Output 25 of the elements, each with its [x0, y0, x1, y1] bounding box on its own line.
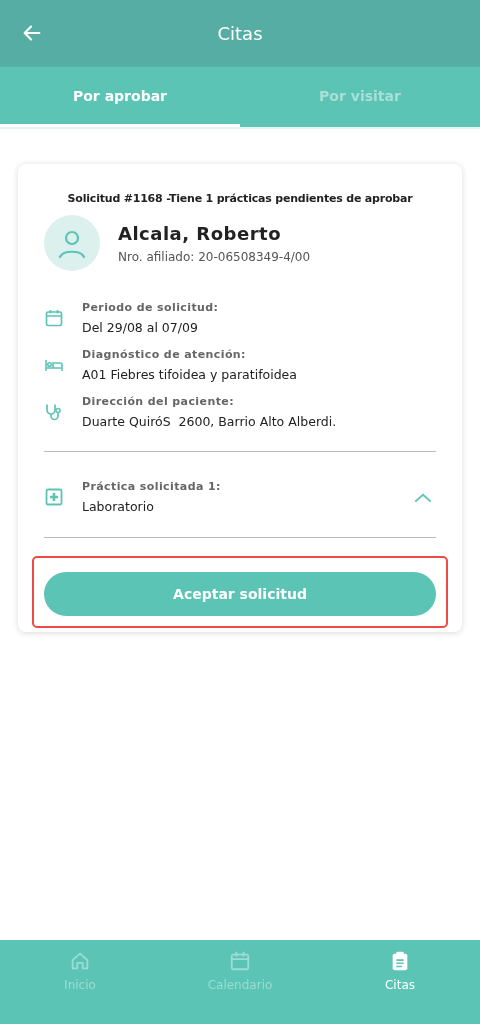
- nav-item[interactable]: Calendario: [160, 940, 320, 993]
- field-label: Práctica solicitada 1:: [82, 480, 222, 493]
- tab[interactable]: Por visitar: [240, 67, 480, 127]
- nav-item[interactable]: Inicio: [0, 940, 160, 993]
- request-heading: Solicitud #1168 -Tiene 1 prácticas pendientes de aprobar: [66, 192, 414, 205]
- field-value: Del 29/08 al 07/09: [82, 320, 199, 335]
- nav-item[interactable]: Citas: [320, 940, 480, 993]
- field-value: Duarte QuiróS 2600, Barrio Alto Alberdi.: [82, 414, 338, 429]
- calendar-icon: [44, 308, 64, 328]
- accept-button[interactable]: Aceptar solicitud: [44, 572, 436, 616]
- chevron-up-icon[interactable]: [414, 491, 432, 503]
- member-number: Nro. afiliado: 20-06508349-4/00: [118, 249, 311, 264]
- field-label: Periodo de solicitud:: [82, 301, 220, 314]
- field-label: Dirección del paciente:: [82, 395, 235, 408]
- avatar-icon: [44, 215, 100, 271]
- calendar-icon: [229, 950, 251, 972]
- home-icon: [69, 950, 91, 972]
- tab[interactable]: Por aprobar: [0, 67, 240, 127]
- medical-cross-icon: [44, 487, 64, 507]
- stethoscope-icon: [44, 402, 64, 422]
- field-label: Diagnóstico de atención:: [82, 348, 247, 361]
- patient-name: Alcala, Roberto: [118, 222, 282, 244]
- field-value: A01 Fiebres tifoidea y paratifoidea: [82, 367, 298, 382]
- screen-title: Citas: [217, 23, 263, 44]
- field-value: Laboratorio: [82, 499, 155, 514]
